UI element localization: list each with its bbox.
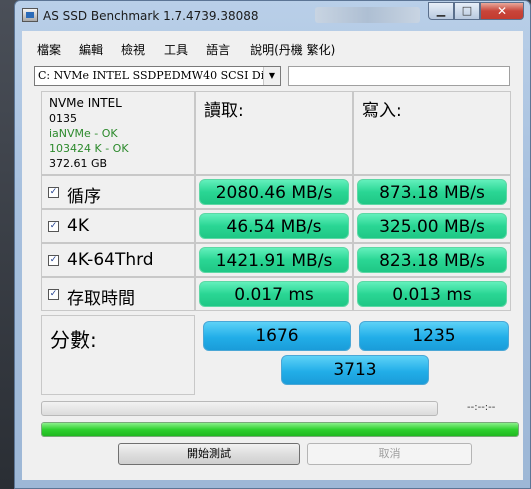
- progress-fill: [42, 423, 518, 436]
- drive-size: 372.61 GB: [49, 157, 108, 170]
- menu-edit[interactable]: 編輯: [79, 31, 103, 58]
- score-read: 1676: [203, 321, 351, 351]
- result-row-seq: ✓ 循序 2080.46 MB/s 873.18 MB/s: [41, 175, 511, 209]
- result-row-4k64: ✓ 4K-64Thrd 1421.91 MB/s 823.18 MB/s: [41, 243, 511, 277]
- extra-textbox[interactable]: [288, 66, 510, 86]
- minimize-button[interactable]: ▁: [428, 2, 454, 20]
- checkbox-seq[interactable]: ✓: [48, 187, 59, 198]
- drive-firmware: 0135: [49, 112, 77, 125]
- menu-language[interactable]: 語言: [206, 31, 230, 58]
- row-label: 4K: [67, 216, 89, 236]
- cancel-button[interactable]: 取消: [307, 443, 472, 465]
- close-button[interactable]: ✕: [480, 2, 524, 20]
- result-row-access: ✓ 存取時間 0.017 ms 0.013 ms: [41, 277, 511, 311]
- test-progress-bar: [41, 401, 438, 416]
- row-label: 存取時間: [67, 289, 135, 309]
- write-result: 325.00 MB/s: [357, 213, 507, 239]
- write-result: 823.18 MB/s: [357, 247, 507, 273]
- checkbox-4k[interactable]: ✓: [48, 221, 59, 232]
- menu-tools[interactable]: 工具: [164, 31, 188, 58]
- score-label: 分數:: [41, 315, 195, 395]
- maximize-button[interactable]: □: [454, 2, 480, 20]
- score-section: 分數: 1676 1235 3713: [41, 315, 511, 395]
- read-result: 2080.46 MB/s: [199, 179, 349, 205]
- drive-select[interactable]: C: NVMe INTEL SSDPEDMW40 SCSI Disk I ▼: [34, 66, 281, 86]
- read-result: 46.54 MB/s: [199, 213, 349, 239]
- window-title: AS SSD Benchmark 1.7.4739.38088: [43, 9, 259, 23]
- checkbox-access[interactable]: ✓: [48, 289, 59, 300]
- menu-view[interactable]: 檢視: [121, 31, 145, 58]
- window-controls: ▁ □ ✕: [428, 2, 524, 22]
- start-button[interactable]: 開始測試: [118, 443, 300, 465]
- write-header: 寫入:: [353, 91, 511, 175]
- row-label: 循序: [67, 187, 101, 207]
- main-panel: C: NVMe INTEL SSDPEDMW40 SCSI Disk I ▼ N…: [22, 61, 523, 480]
- menu-help[interactable]: 說明(丹機 繁化): [250, 31, 335, 58]
- overall-progress-bar: [41, 422, 519, 437]
- score-write: 1235: [359, 321, 509, 351]
- score-total: 3713: [281, 355, 429, 385]
- write-result: 873.18 MB/s: [357, 179, 507, 205]
- drive-model: NVMe INTEL: [49, 96, 122, 110]
- result-row-4k: ✓ 4K 46.54 MB/s 325.00 MB/s: [41, 209, 511, 243]
- app-window: AS SSD Benchmark 1.7.4739.38088 ▁ □ ✕ 檔案…: [14, 0, 531, 489]
- write-result: 0.013 ms: [357, 281, 507, 307]
- blurred-taskbar-region: [315, 7, 420, 23]
- elapsed-time: --:--:--: [467, 402, 496, 413]
- drive-select-value: C: NVMe INTEL SSDPEDMW40 SCSI Disk I: [38, 69, 281, 82]
- drive-driver-status: iaNVMe - OK: [49, 127, 118, 140]
- menu-file[interactable]: 檔案: [37, 31, 61, 58]
- drive-alignment-status: 103424 K - OK: [49, 142, 129, 155]
- chevron-down-icon[interactable]: ▼: [263, 67, 280, 85]
- results-grid: NVMe INTEL 0135 iaNVMe - OK 103424 K - O…: [41, 91, 511, 403]
- menu-bar: 檔案 編輯 檢視 工具 語言 說明(丹機 繁化): [22, 31, 523, 61]
- title-bar[interactable]: AS SSD Benchmark 1.7.4739.38088 ▁ □ ✕: [15, 1, 530, 31]
- row-label: 4K-64Thrd: [67, 250, 154, 270]
- drive-info: NVMe INTEL 0135 iaNVMe - OK 103424 K - O…: [41, 91, 195, 175]
- checkbox-4k64[interactable]: ✓: [48, 255, 59, 266]
- read-header: 讀取:: [195, 91, 353, 175]
- app-icon: [22, 8, 38, 22]
- read-result: 1421.91 MB/s: [199, 247, 349, 273]
- read-result: 0.017 ms: [199, 281, 349, 307]
